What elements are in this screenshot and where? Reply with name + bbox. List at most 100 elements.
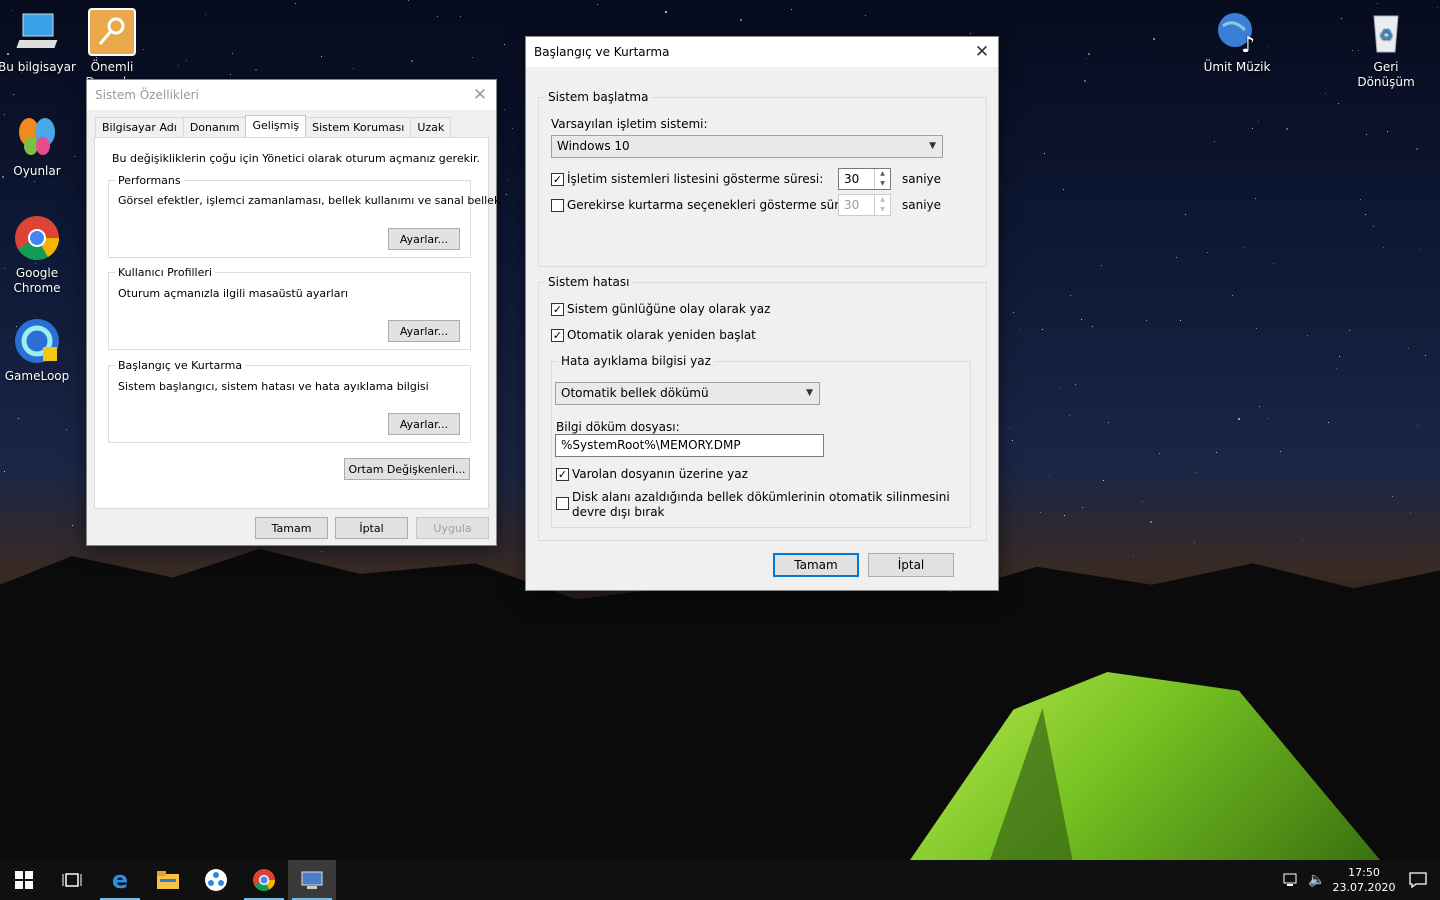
desktop-icon-important-files[interactable]: Önemli Dosyalar — [70, 8, 154, 83]
desktop-icon-chrome[interactable]: Google Chrome — [0, 214, 79, 296]
star — [1336, 368, 1337, 369]
star — [1258, 121, 1259, 122]
taskbar-app[interactable] — [192, 860, 240, 900]
star — [1013, 312, 1014, 313]
star — [1341, 18, 1342, 19]
apply-button[interactable]: Uygula — [416, 517, 489, 539]
star — [1373, 226, 1374, 227]
tab-computer-name[interactable]: Bilgisayar Adı — [95, 117, 184, 137]
user-profiles-settings-button[interactable]: Ayarlar... — [388, 320, 460, 342]
start-button[interactable] — [0, 860, 48, 900]
default-os-select[interactable]: Windows 10 ▼ — [551, 135, 943, 158]
desktop-icon-label: Bu bilgisayar — [0, 60, 76, 74]
star — [1416, 148, 1418, 150]
star — [232, 53, 233, 54]
desktop-icon-recycle-bin[interactable]: ♻ Geri Dönüşüm Kutusu — [1344, 8, 1428, 90]
close-icon[interactable]: ✕ — [966, 37, 998, 67]
cancel-button[interactable]: İptal — [868, 553, 954, 577]
spinner-value: 30 — [844, 198, 860, 212]
chevron-down-icon: ▼ — [929, 141, 936, 151]
window-title: Başlangıç ve Kurtarma — [526, 37, 998, 67]
taskbar-edge[interactable]: e — [96, 860, 144, 900]
startup-recovery-desc: Sistem başlangıcı, sistem hatası ve hata… — [118, 380, 429, 393]
write-event-checkbox[interactable]: ✓ — [551, 303, 564, 316]
debug-type-select[interactable]: Otomatik bellek dökümü ▼ — [555, 382, 820, 405]
star — [1150, 521, 1152, 523]
computer-icon — [13, 8, 61, 56]
star — [1081, 319, 1082, 320]
tab-bar: Bilgisayar Adı Donanım Gelişmiş Sistem K… — [95, 115, 452, 137]
network-icon[interactable] — [1280, 860, 1302, 900]
user-profiles-desc: Oturum açmanızla ilgili masaüstü ayarlar… — [118, 287, 349, 300]
star — [1019, 329, 1020, 330]
group-title: Sistem başlatma — [548, 90, 649, 104]
star — [1101, 265, 1102, 266]
ok-button[interactable]: Tamam — [255, 517, 328, 539]
show-recovery-checkbox[interactable] — [551, 199, 564, 212]
environment-variables-button[interactable]: Ortam Değişkenleri... — [344, 458, 470, 480]
star — [353, 68, 354, 69]
select-value: Windows 10 — [557, 139, 630, 153]
star — [1360, 199, 1361, 200]
star — [1159, 453, 1160, 454]
star — [1196, 472, 1197, 473]
star — [1084, 80, 1086, 82]
file-explorer-icon — [157, 871, 179, 889]
dump-file-input[interactable]: %SystemRoot%\MEMORY.DMP — [555, 434, 824, 457]
star — [1392, 496, 1393, 497]
star — [1408, 348, 1409, 349]
tab-system-protection[interactable]: Sistem Koruması — [305, 117, 412, 137]
star — [1238, 418, 1240, 420]
star — [1256, 328, 1257, 329]
star — [1328, 422, 1329, 423]
star — [1255, 198, 1256, 199]
ok-button[interactable]: Tamam — [773, 553, 859, 577]
star — [504, 44, 505, 45]
star — [1009, 428, 1010, 429]
tab-hardware[interactable]: Donanım — [182, 117, 247, 137]
star — [1086, 58, 1087, 59]
show-recovery-spinner[interactable]: 30 ▲ ▼ — [838, 194, 891, 216]
spinner-arrows-icon[interactable]: ▲ ▼ — [874, 195, 890, 215]
show-os-list-checkbox[interactable]: ✓ — [551, 173, 564, 186]
star — [1280, 451, 1281, 452]
clock[interactable]: 17:50 23.07.2020 — [1332, 865, 1396, 895]
auto-restart-checkbox[interactable]: ✓ — [551, 329, 564, 342]
desktop-icon-games[interactable]: Oyunlar — [0, 112, 79, 179]
spinner-arrows-icon[interactable]: ▲ ▼ — [874, 169, 890, 189]
taskbar-system-properties[interactable] — [288, 860, 336, 900]
overwrite-checkbox[interactable]: ✓ — [556, 468, 569, 481]
star — [1338, 103, 1339, 104]
star — [1365, 214, 1366, 215]
star — [1153, 38, 1155, 40]
taskbar-chrome[interactable] — [240, 860, 288, 900]
performance-settings-button[interactable]: Ayarlar... — [388, 228, 460, 250]
star — [506, 194, 507, 195]
show-os-list-spinner[interactable]: 30 ▲ ▼ — [838, 168, 891, 190]
disable-autodelete-checkbox[interactable] — [556, 497, 569, 510]
star — [295, 3, 296, 4]
tab-advanced[interactable]: Gelişmiş — [245, 115, 307, 137]
desktop-icon-gameloop[interactable]: GameLoop — [0, 317, 79, 384]
star — [34, 181, 35, 182]
edge-icon: e — [111, 866, 129, 894]
cancel-button[interactable]: İptal — [335, 517, 408, 539]
system-properties-window: Sistem Özellikleri ✕ Bilgisayar Adı Dona… — [86, 79, 500, 546]
startup-recovery-settings-button[interactable]: Ayarlar... — [388, 413, 460, 435]
star — [1437, 7, 1438, 8]
desktop-icon-this-pc[interactable]: Bu bilgisayar — [0, 8, 79, 75]
auto-restart-label: Otomatik olarak yeniden başlat — [567, 328, 756, 342]
task-view-button[interactable] — [48, 860, 96, 900]
star — [740, 19, 742, 21]
star — [1349, 330, 1350, 331]
star — [230, 74, 231, 75]
startup-recovery-window: Başlangıç ve Kurtarma ✕ Sistem başlatma … — [525, 36, 999, 591]
volume-icon[interactable]: 🔈 — [1302, 860, 1332, 900]
seconds-label: saniye — [902, 198, 942, 212]
action-center-button[interactable] — [1396, 860, 1440, 900]
desktop-icon-music[interactable]: ♪ Ümit Müzik — [1195, 8, 1279, 75]
taskbar-file-explorer[interactable] — [144, 860, 192, 900]
tab-remote[interactable]: Uzak — [410, 117, 452, 137]
admin-note: Bu değişikliklerin çoğu için Yönetici ol… — [112, 152, 481, 165]
close-icon[interactable]: ✕ — [464, 80, 496, 110]
